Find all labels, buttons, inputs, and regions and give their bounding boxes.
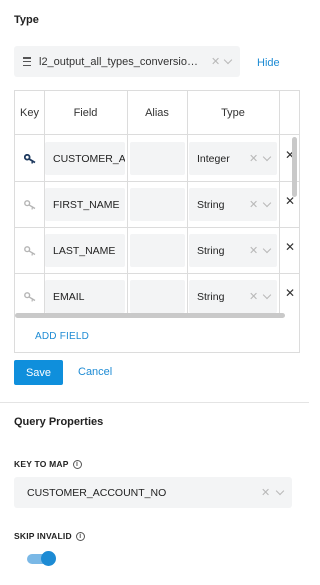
table-header: Key Field Alias Type xyxy=(15,91,299,135)
clear-icon[interactable]: ✕ xyxy=(249,152,258,165)
list-icon xyxy=(23,57,31,66)
cancel-button[interactable]: Cancel xyxy=(78,366,112,378)
clear-icon[interactable]: ✕ xyxy=(261,486,270,499)
remove-row-icon[interactable]: ✕ xyxy=(285,240,295,254)
section-divider xyxy=(0,402,309,403)
table-row: CUSTOMER_ACCOUNT_NO Integer ✕ ✕ xyxy=(15,136,299,182)
field-name-input[interactable]: CUSTOMER_ACCOUNT_NO xyxy=(45,142,125,175)
key-to-map-label: KEY TO MAP i xyxy=(14,459,82,469)
add-field-button[interactable]: ADD FIELD xyxy=(35,331,89,342)
toggle-knob xyxy=(41,551,56,566)
skip-invalid-label: SKIP INVALID i xyxy=(14,531,85,541)
clear-icon[interactable]: ✕ xyxy=(211,55,220,68)
type-section-title: Type xyxy=(14,14,39,26)
clear-icon[interactable]: ✕ xyxy=(249,244,258,257)
type-select[interactable]: String ✕ xyxy=(189,188,277,221)
type-select[interactable]: l2_output_all_types_conversion_to_string… xyxy=(14,46,240,77)
info-icon[interactable]: i xyxy=(75,531,85,541)
remove-row-icon[interactable]: ✕ xyxy=(285,286,295,300)
chevron-down-icon[interactable] xyxy=(275,486,285,496)
field-name-input[interactable]: FIRST_NAME xyxy=(45,188,125,221)
chevron-down-icon[interactable] xyxy=(262,244,272,254)
type-select[interactable]: String ✕ xyxy=(189,234,277,267)
chevron-down-icon[interactable] xyxy=(262,198,272,208)
header-type: Type xyxy=(221,107,245,119)
chevron-down-icon[interactable] xyxy=(223,55,233,65)
key-icon[interactable] xyxy=(24,200,36,210)
type-value: String xyxy=(197,244,225,257)
key-to-map-select[interactable]: CUSTOMER_ACCOUNT_NO ✕ xyxy=(14,477,292,508)
header-key: Key xyxy=(20,107,39,119)
vertical-scrollbar[interactable] xyxy=(292,137,297,197)
hide-link[interactable]: Hide xyxy=(257,57,280,69)
key-icon[interactable] xyxy=(24,292,36,302)
info-icon[interactable]: i xyxy=(72,459,82,469)
clear-icon[interactable]: ✕ xyxy=(249,198,258,211)
header-field: Field xyxy=(73,107,98,119)
type-select-value: l2_output_all_types_conversion_to_string xyxy=(39,55,204,68)
chevron-down-icon[interactable] xyxy=(262,152,272,162)
type-select[interactable]: String ✕ xyxy=(189,280,277,313)
type-value: String xyxy=(197,198,225,211)
query-properties-title: Query Properties xyxy=(14,416,104,428)
key-icon[interactable] xyxy=(24,246,36,256)
key-to-map-label-text: KEY TO MAP xyxy=(14,459,69,469)
skip-invalid-label-text: SKIP INVALID xyxy=(14,531,72,541)
type-select[interactable]: Integer ✕ xyxy=(189,142,277,175)
save-button[interactable]: Save xyxy=(14,360,63,385)
key-to-map-value: CUSTOMER_ACCOUNT_NO xyxy=(27,486,167,499)
type-value: String xyxy=(197,290,225,303)
skip-invalid-toggle[interactable] xyxy=(27,551,56,566)
alias-input[interactable] xyxy=(130,280,185,313)
key-icon[interactable] xyxy=(24,154,36,164)
clear-icon[interactable]: ✕ xyxy=(249,290,258,303)
alias-input[interactable] xyxy=(130,234,185,267)
chevron-down-icon[interactable] xyxy=(262,290,272,300)
field-name-input[interactable]: EMAIL xyxy=(45,280,125,313)
table-row: LAST_NAME String ✕ ✕ xyxy=(15,228,299,274)
type-value: Integer xyxy=(197,152,230,165)
fields-table: Key Field Alias Type CUSTOMER_ACCOUNT_NO… xyxy=(14,90,300,353)
horizontal-scrollbar[interactable] xyxy=(15,313,285,318)
alias-input[interactable] xyxy=(130,188,185,221)
table-row: FIRST_NAME String ✕ ✕ xyxy=(15,182,299,228)
field-name-input[interactable]: LAST_NAME xyxy=(45,234,125,267)
alias-input[interactable] xyxy=(130,142,185,175)
header-alias: Alias xyxy=(145,107,169,119)
